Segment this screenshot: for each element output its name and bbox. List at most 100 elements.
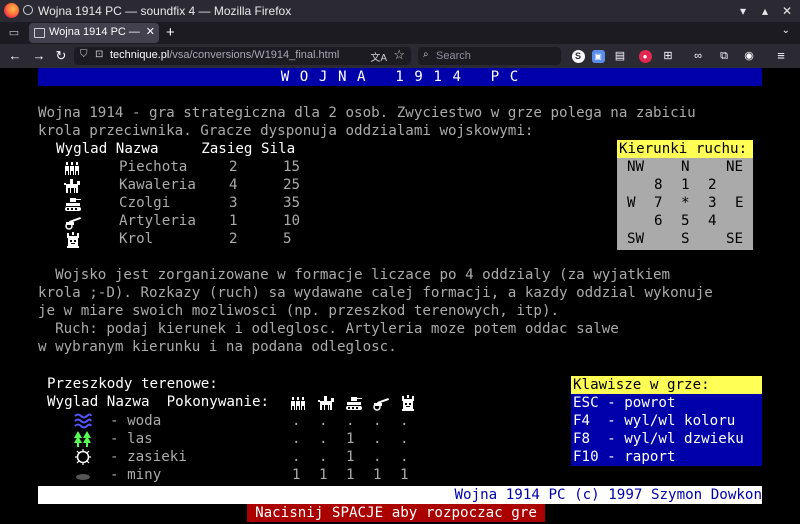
direction-7: 7 [654, 195, 663, 211]
terrain-pass: . [373, 413, 382, 429]
direction-4: 4 [708, 213, 717, 229]
direction-s: S [681, 231, 690, 247]
terrain-pass: 1 [373, 467, 382, 483]
extension-red-icon[interactable]: ● [637, 48, 653, 64]
infantry-icon [64, 160, 82, 176]
terrain-pass: . [319, 431, 328, 447]
lock-icon[interactable]: ⊡ [95, 49, 103, 60]
terrain-title: Przeszkody terenowe: [47, 376, 218, 392]
artillery-icon [372, 395, 390, 411]
king-icon [399, 395, 417, 411]
king-icon [64, 232, 82, 248]
mine-icon [74, 467, 92, 483]
terrain-pass: . [319, 413, 328, 429]
keys-title: Klawisze w grze: [571, 376, 762, 394]
extension-b-icon[interactable]: ▣ [590, 48, 606, 64]
game-banner: W O J N A 1 9 1 4 P C [38, 68, 762, 86]
extension-puzzle-icon[interactable]: ⧉ [716, 48, 732, 64]
unit-name: Czolgi [119, 195, 171, 211]
direction-n: N [681, 159, 690, 175]
key-esc: ESC - powrot [573, 395, 676, 411]
terrain-pass: . [292, 449, 301, 465]
terrain-pass: . [319, 449, 328, 465]
forest-icon [74, 431, 92, 447]
rules-line-1: Wojsko jest zorganizowane w formacje lic… [38, 267, 671, 283]
direction-e: E [735, 195, 744, 211]
search-bar[interactable]: ⌕ [418, 47, 561, 65]
direction-nw: NW [627, 159, 645, 175]
bookmark-star-icon[interactable]: ☆ [393, 47, 405, 63]
extension-s-icon[interactable]: S [570, 48, 586, 64]
unit-range: 1 [229, 213, 238, 229]
terrain-name: - miny [110, 467, 162, 483]
terrain-pass: . [373, 431, 382, 447]
extension-grid-icon[interactable]: ⊞ [660, 48, 676, 64]
terrain-pass: . [400, 449, 409, 465]
extension-glasses-icon[interactable]: ∞ [690, 48, 706, 64]
rules-line-5: w wybranym kierunku i na podana odleglos… [38, 339, 397, 355]
tab-bar: ▭ Wojna 1914 PC — soundfix 4 ✕ + ⌄ [0, 22, 800, 44]
infantry-icon [290, 395, 308, 411]
terrain-pass: . [400, 431, 409, 447]
url-path: /vsa/conversions/W1914_final.html [169, 49, 340, 61]
extension-mask-icon[interactable]: ◉ [741, 48, 757, 64]
shield-icon[interactable]: ⛉ [80, 49, 88, 60]
back-arrow-icon[interactable]: ← [6, 47, 24, 65]
tab-list-icon[interactable]: ▭ [6, 26, 22, 40]
direction-6: 6 [654, 213, 663, 229]
new-tab-icon[interactable]: + [166, 23, 175, 43]
direction-5: 5 [681, 213, 690, 229]
terrain-pass: 1 [319, 467, 328, 483]
game-screen[interactable]: W O J N A 1 9 1 4 P C Wojna 1914 - gra s… [0, 68, 800, 524]
terrain-pass: 1 [346, 467, 355, 483]
close-tab-icon[interactable]: ✕ [146, 25, 155, 38]
close-window-icon[interactable]: ✕ [778, 2, 796, 20]
direction-1: 1 [681, 177, 690, 193]
tank-icon [64, 196, 82, 212]
tabs-overflow-icon[interactable]: ⌄ [782, 25, 790, 36]
search-input[interactable] [436, 49, 556, 63]
footer-credit: Wojna 1914 PC (c) 1997 Szymon Dowkon [454, 487, 763, 503]
url-bar[interactable]: ⛉ ⊡ technique.pl/vsa/conversions/W1914_f… [74, 47, 411, 65]
pin-icon[interactable] [23, 5, 33, 15]
terrain-header: Wyglad Nazwa Pokonywanie: [47, 394, 270, 410]
unit-range: 4 [229, 177, 238, 193]
unit-strength: 10 [283, 213, 301, 229]
cavalry-icon [64, 178, 82, 194]
rules-line-2: krola ;-D). Rozkazy (ruch) sa wydawane c… [38, 285, 713, 301]
terrain-pass: 1 [346, 449, 355, 465]
maximize-icon[interactable]: ▴ [756, 2, 774, 20]
artillery-icon [64, 214, 82, 230]
unit-strength: 35 [283, 195, 301, 211]
units-table-header: Wyglad Nazwa Zasieg Sila [56, 141, 296, 157]
translate-icon[interactable]: 文A [370, 49, 387, 64]
terrain-pass: 1 [292, 467, 301, 483]
direction-2: 2 [708, 177, 717, 193]
press-space-prompt[interactable]: Nacisnij SPACJE aby rozpoczac gre [247, 504, 545, 522]
minimize-icon[interactable]: ▾ [734, 2, 752, 20]
intro-line-2: krola przeciwnika. Gracze dysponuja oddz… [38, 123, 534, 139]
hamburger-menu-icon[interactable]: ≡ [773, 48, 789, 64]
rules-line-4: Ruch: podaj kierunek i odleglosc. Artyle… [38, 321, 619, 337]
terrain-pass: 1 [346, 431, 355, 447]
direction-ne: NE [726, 159, 744, 175]
direction-w: W [627, 195, 636, 211]
direction-se: SE [726, 231, 744, 247]
intro-line-1: Wojna 1914 - gra strategiczna dla 2 osob… [38, 105, 696, 121]
forward-arrow-icon[interactable]: → [30, 47, 48, 65]
search-icon: ⌕ [423, 49, 429, 60]
tab-active[interactable]: Wojna 1914 PC — soundfix 4 ✕ [29, 23, 159, 43]
url-text[interactable]: technique.pl/vsa/conversions/W1914_final… [110, 49, 339, 61]
terrain-pass: . [373, 449, 382, 465]
firefox-logo-icon[interactable] [4, 3, 19, 18]
terrain-name: - zasieki [110, 449, 187, 465]
terrain-pass: . [346, 413, 355, 429]
page-favicon-icon [34, 28, 45, 38]
direction-sw: SW [627, 231, 645, 247]
tab-label: Wojna 1914 PC — soundfix 4 [49, 26, 143, 38]
reload-icon[interactable]: ↻ [52, 47, 70, 65]
extension-pane-icon[interactable]: ▤ [612, 48, 628, 64]
unit-name: Artyleria [119, 213, 196, 229]
terrain-pass: . [292, 413, 301, 429]
water-icon [74, 413, 92, 429]
